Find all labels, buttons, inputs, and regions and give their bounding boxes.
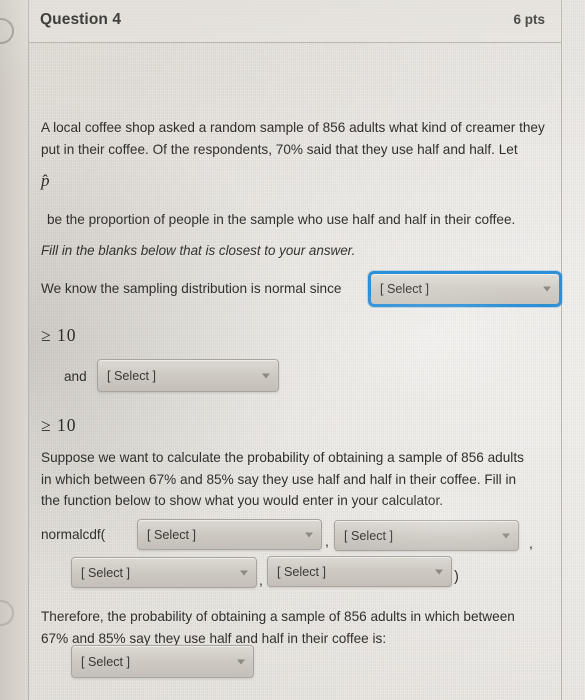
select-value: [ Select ] xyxy=(81,654,130,669)
normalcdf-comma-1: , xyxy=(325,533,329,549)
p-hat-symbol: p̂ xyxy=(41,171,50,190)
question-header: Question 4 6 pts xyxy=(29,0,561,43)
fill-in-instruction: Fill in the blanks below that is closest… xyxy=(41,243,356,258)
and-label: and xyxy=(64,369,87,384)
select-second-condition[interactable]: [ Select ] xyxy=(97,359,279,392)
question-card: Question 4 6 pts A local coffee shop ask… xyxy=(28,0,562,700)
select-normalcdf-standard-deviation[interactable]: [ Select ] xyxy=(267,556,452,587)
normalcdf-closing-paren: ) xyxy=(454,569,459,585)
select-value: [ Select ] xyxy=(107,368,156,383)
select-normalcdf-mean[interactable]: [ Select ] xyxy=(71,557,257,588)
select-normality-condition[interactable]: [ Select ] xyxy=(368,271,562,307)
chevron-down-icon xyxy=(237,659,245,664)
normalcdf-comma-2: , xyxy=(529,535,533,551)
circle-marker-icon xyxy=(0,18,14,44)
condition-threshold-2: ≥ 10 xyxy=(41,415,77,435)
chevron-down-icon xyxy=(262,373,270,378)
select-value: [ Select ] xyxy=(277,564,326,579)
chevron-down-icon xyxy=(435,569,443,574)
sampling-distribution-label: We know the sampling distribution is nor… xyxy=(41,281,342,296)
chevron-down-icon xyxy=(502,533,510,538)
proportion-definition-paragraph: be the proportion of people in the sampl… xyxy=(47,212,516,227)
condition-threshold-1: ≥ 10 xyxy=(41,325,77,345)
select-final-probability[interactable]: [ Select ] xyxy=(71,645,254,678)
normalcdf-label: normalcdf( xyxy=(41,527,106,542)
conclusion-paragraph: Therefore, the probability of obtaining … xyxy=(41,609,515,646)
select-value: [ Select ] xyxy=(81,565,130,580)
page-left-gutter xyxy=(0,0,28,700)
normalcdf-comma-3: , xyxy=(259,572,263,588)
page-title: Question 4 xyxy=(40,11,122,28)
points-badge: 6 pts xyxy=(513,12,545,27)
select-normalcdf-upper-bound[interactable]: [ Select ] xyxy=(334,520,519,551)
select-value: [ Select ] xyxy=(344,528,393,543)
select-normalcdf-lower-bound[interactable]: [ Select ] xyxy=(137,519,322,550)
select-value: [ Select ] xyxy=(380,282,429,296)
chevron-down-icon xyxy=(240,570,248,575)
select-value: [ Select ] xyxy=(147,527,196,542)
chevron-down-icon xyxy=(543,286,551,292)
question-prompt-paragraph: A local coffee shop asked a random sampl… xyxy=(41,120,545,157)
chevron-down-icon xyxy=(305,532,313,537)
circle-marker-secondary-icon xyxy=(0,600,14,626)
calculator-instruction-paragraph: Suppose we want to calculate the probabi… xyxy=(41,450,524,508)
